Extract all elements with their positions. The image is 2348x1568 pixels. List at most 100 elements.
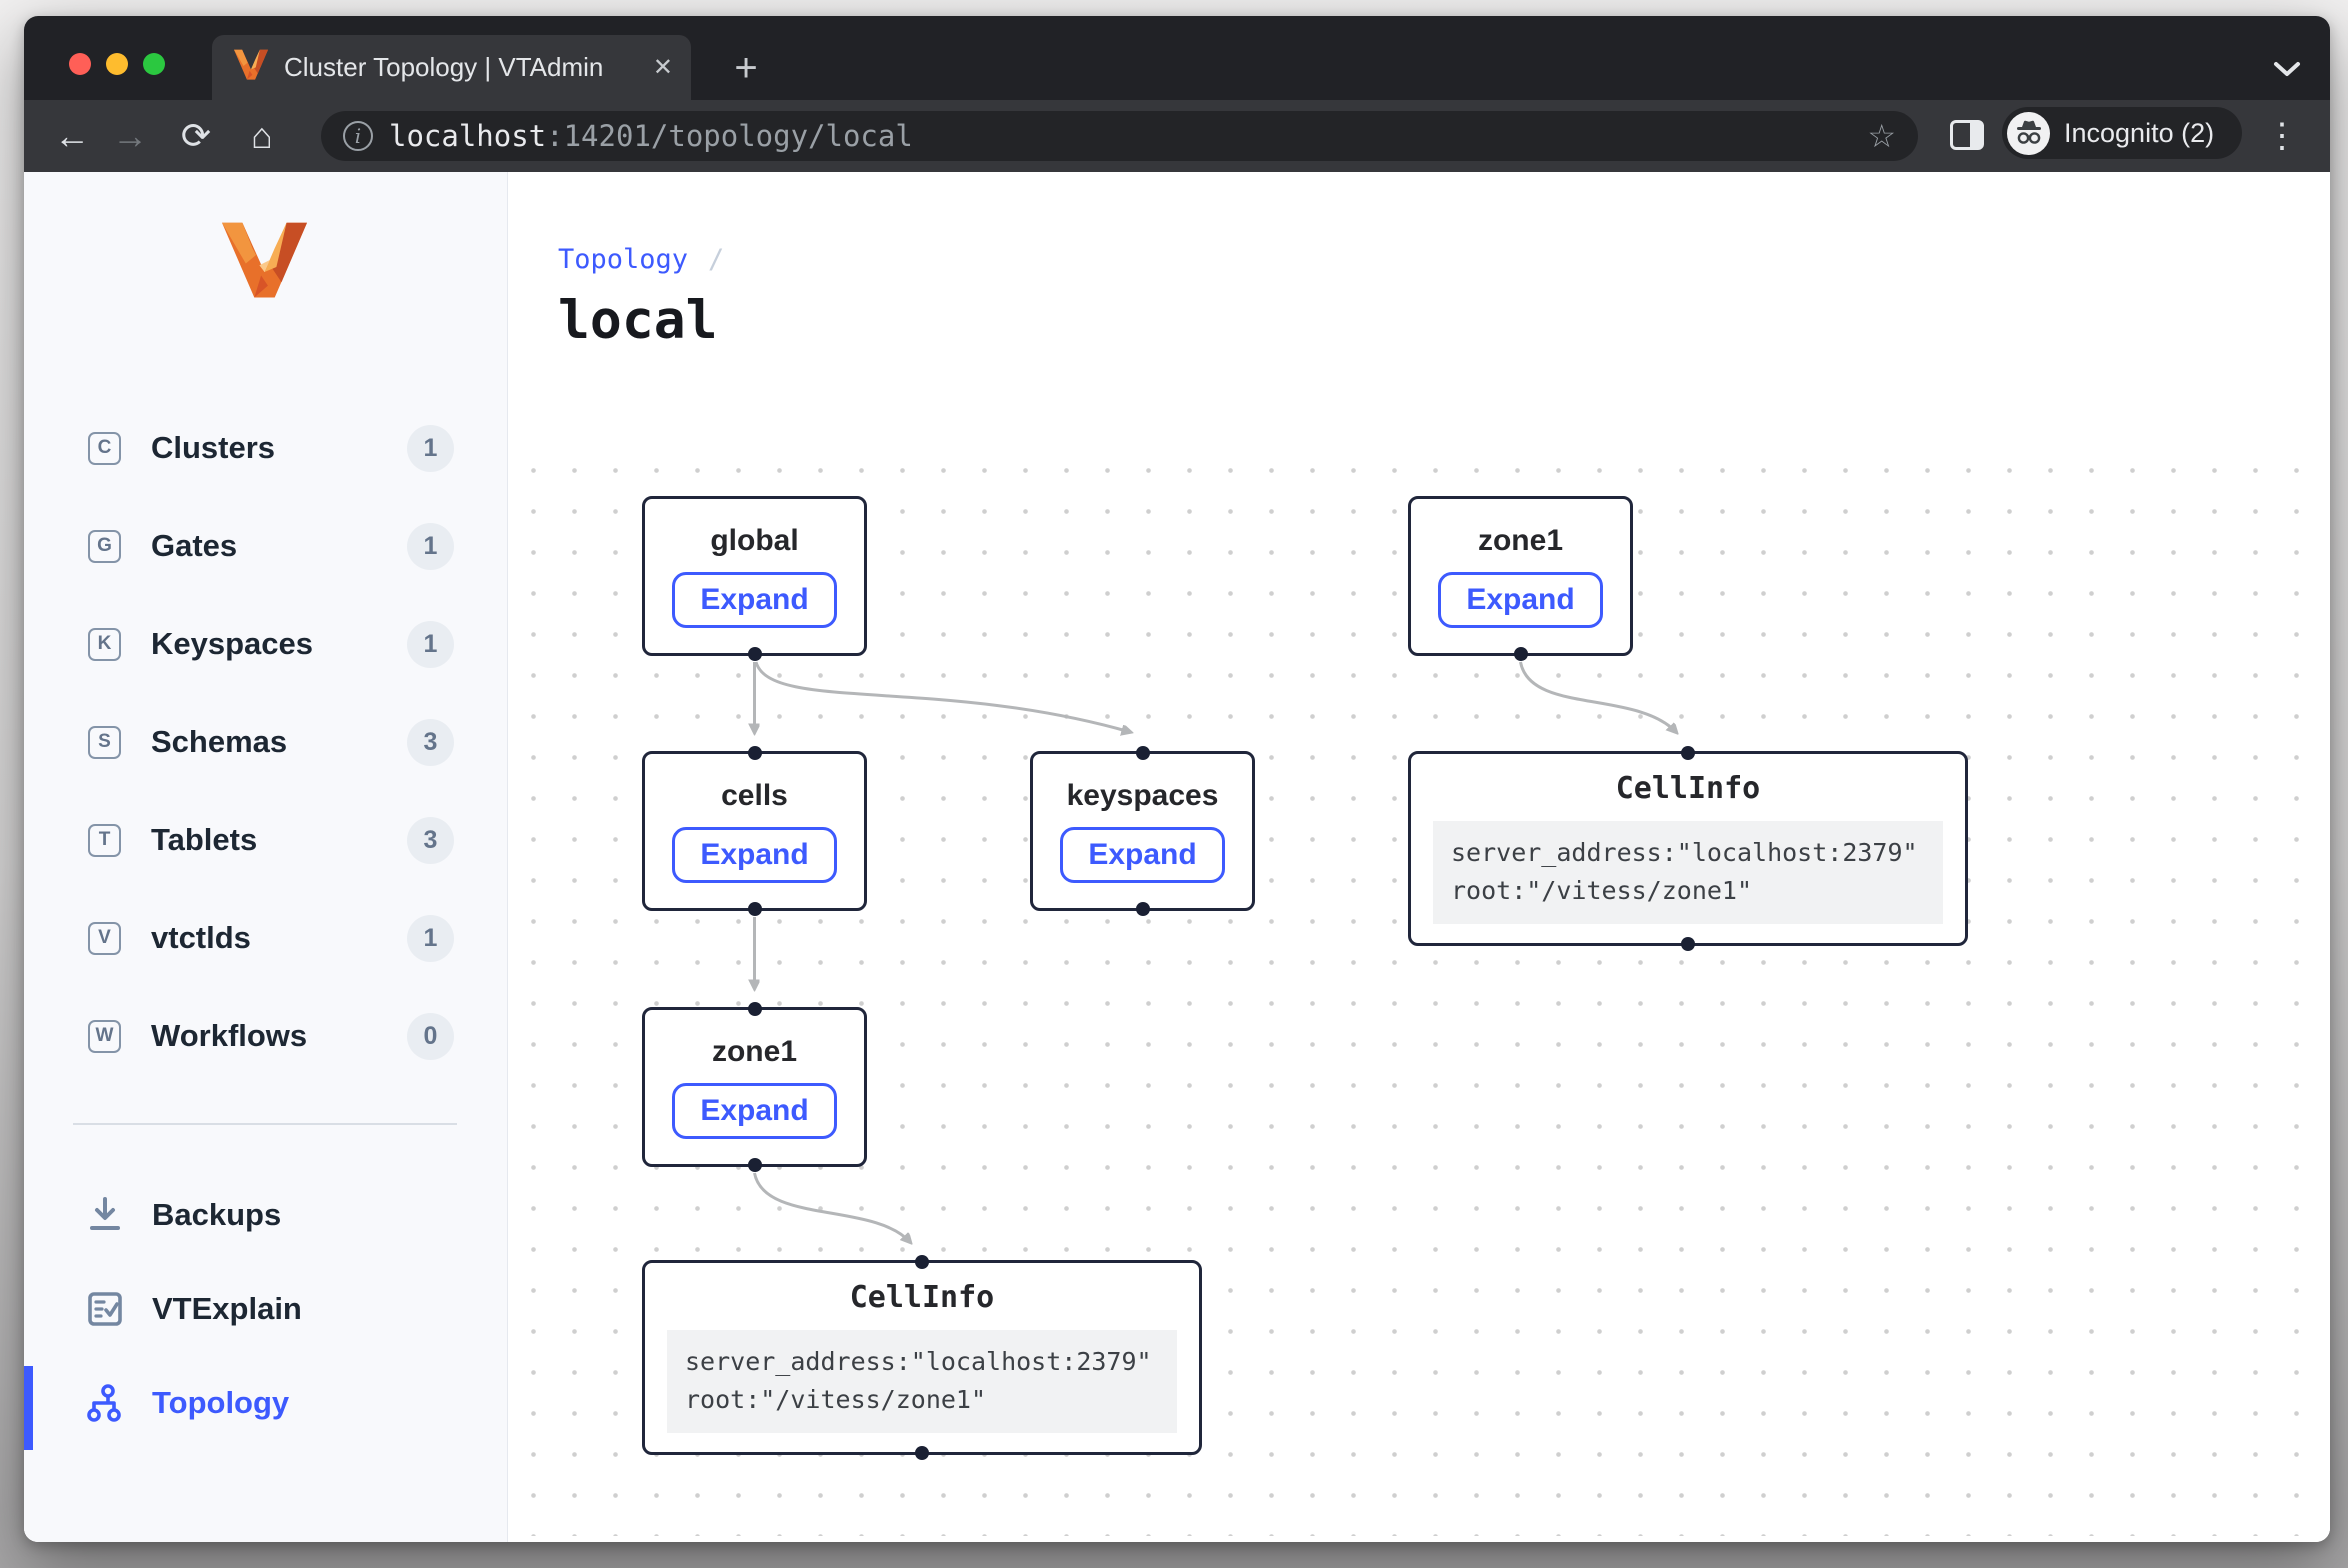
browser-tab[interactable]: Cluster Topology | VTAdmin ✕ [212, 35, 691, 100]
url-path: :14201/topology/local [546, 119, 913, 153]
search-tabs-chevron-icon[interactable] [2272, 60, 2302, 83]
sidebar: C Clusters 1 G Gates 1 K Keyspaces 1 S S… [24, 172, 508, 1542]
sidebar-item-clusters[interactable]: C Clusters 1 [24, 399, 507, 497]
count-badge: 1 [407, 425, 454, 472]
port-bottom [748, 902, 762, 916]
expand-button[interactable]: Expand [672, 572, 837, 628]
incognito-badge[interactable]: Incognito (2) [2002, 107, 2242, 159]
node-title: cells [721, 779, 788, 814]
vitess-logo[interactable] [222, 222, 307, 305]
tab-title: Cluster Topology | VTAdmin [284, 52, 637, 83]
traffic-lights [69, 53, 165, 75]
port-bottom [915, 1446, 929, 1460]
graph-node-zone1-lower: zone1 Expand [642, 1007, 867, 1167]
forward-icon[interactable]: → [104, 100, 156, 172]
sidebar-item-backups[interactable]: Backups [24, 1168, 507, 1262]
sidebar-divider [73, 1123, 457, 1125]
sidebar-item-topology[interactable]: Topology [24, 1356, 507, 1450]
incognito-icon [2007, 112, 2050, 155]
graph-node-cellinfo-lower: CellInfo server_address:"localhost:2379"… [642, 1260, 1202, 1455]
active-nav-indicator [24, 1366, 33, 1450]
clusters-icon: C [88, 432, 121, 465]
side-panel-icon[interactable] [1950, 120, 1984, 150]
schemas-icon: S [88, 726, 121, 759]
gates-icon: G [88, 530, 121, 563]
download-icon [86, 1196, 124, 1234]
breadcrumb: Topology / [558, 244, 724, 275]
port-top [1136, 746, 1150, 760]
close-tab-icon[interactable]: ✕ [653, 56, 673, 80]
port-bottom [1681, 937, 1695, 951]
sidebar-nav: C Clusters 1 G Gates 1 K Keyspaces 1 S S… [24, 399, 507, 1085]
breadcrumb-separator: / [708, 244, 724, 275]
count-badge: 1 [407, 523, 454, 570]
sidebar-item-schemas[interactable]: S Schemas 3 [24, 693, 507, 791]
graph-node-keyspaces: keyspaces Expand [1030, 751, 1255, 911]
zoom-window-button[interactable] [143, 53, 165, 75]
sidebar-item-workflows[interactable]: W Workflows 0 [24, 987, 507, 1085]
cellinfo-code: server_address:"localhost:2379" root:"/v… [667, 1330, 1177, 1434]
sidebar-item-tablets[interactable]: T Tablets 3 [24, 791, 507, 889]
sidebar-item-gates[interactable]: G Gates 1 [24, 497, 507, 595]
vtctlds-icon: V [88, 922, 121, 955]
count-badge: 3 [407, 817, 454, 864]
expand-button[interactable]: Expand [1060, 827, 1225, 883]
incognito-label: Incognito (2) [2064, 118, 2214, 149]
browser-window: Cluster Topology | VTAdmin ✕ + ← → ⟳ ⌂ i… [24, 16, 2330, 1542]
minimize-window-button[interactable] [106, 53, 128, 75]
node-title: CellInfo [1616, 772, 1761, 807]
node-title: zone1 [712, 1035, 797, 1070]
tablets-icon: T [88, 824, 121, 857]
count-badge: 1 [407, 915, 454, 962]
port-top [748, 1002, 762, 1016]
cellinfo-code: server_address:"localhost:2379" root:"/v… [1433, 821, 1943, 925]
home-icon[interactable]: ⌂ [236, 100, 288, 172]
page-content: C Clusters 1 G Gates 1 K Keyspaces 1 S S… [24, 172, 2330, 1542]
port-top [1681, 746, 1695, 760]
node-title: global [710, 524, 798, 559]
port-bottom [748, 647, 762, 661]
document-check-icon [86, 1290, 124, 1328]
bookmark-star-icon[interactable]: ☆ [1867, 117, 1896, 155]
graph-node-global: global Expand [642, 496, 867, 656]
port-bottom [1514, 647, 1528, 661]
workflows-icon: W [88, 1020, 121, 1053]
topology-icon [86, 1384, 124, 1422]
graph-node-cellinfo-right: CellInfo server_address:"localhost:2379"… [1408, 751, 1968, 946]
site-info-icon[interactable]: i [343, 121, 373, 151]
node-title: CellInfo [850, 1281, 995, 1316]
node-title: keyspaces [1067, 779, 1219, 814]
menu-kebab-icon[interactable]: ⋮ [2262, 100, 2302, 172]
count-badge: 1 [407, 621, 454, 668]
port-top [915, 1255, 929, 1269]
breadcrumb-topology-link[interactable]: Topology [558, 244, 688, 275]
expand-button[interactable]: Expand [672, 1083, 837, 1139]
expand-button[interactable]: Expand [672, 827, 837, 883]
sidebar-item-keyspaces[interactable]: K Keyspaces 1 [24, 595, 507, 693]
topology-main: Topology / local [508, 172, 2330, 1542]
page-title: local [558, 290, 718, 351]
back-icon[interactable]: ← [46, 100, 98, 172]
reload-icon[interactable]: ⟳ [170, 100, 222, 172]
keyspaces-icon: K [88, 628, 121, 661]
url-host: localhost [389, 119, 546, 153]
new-tab-button[interactable]: + [718, 50, 774, 92]
graph-node-zone1-right: zone1 Expand [1408, 496, 1633, 656]
tab-strip: Cluster Topology | VTAdmin ✕ + [24, 16, 2330, 100]
address-bar[interactable]: i localhost:14201/topology/local ☆ [321, 111, 1918, 161]
sidebar-tools: Backups VTExplain [24, 1168, 507, 1450]
node-title: zone1 [1478, 524, 1563, 559]
port-bottom [748, 1158, 762, 1172]
url-text: localhost:14201/topology/local [389, 119, 1851, 153]
graph-node-cells: cells Expand [642, 751, 867, 911]
port-bottom [1136, 902, 1150, 916]
port-top [748, 746, 762, 760]
sidebar-item-vtctlds[interactable]: V vtctlds 1 [24, 889, 507, 987]
expand-button[interactable]: Expand [1438, 572, 1603, 628]
count-badge: 3 [407, 719, 454, 766]
sidebar-item-vtexplain[interactable]: VTExplain [24, 1262, 507, 1356]
count-badge: 0 [407, 1013, 454, 1060]
browser-toolbar: ← → ⟳ ⌂ i localhost:14201/topology/local… [24, 100, 2330, 172]
vitess-favicon-icon [234, 49, 268, 86]
close-window-button[interactable] [69, 53, 91, 75]
